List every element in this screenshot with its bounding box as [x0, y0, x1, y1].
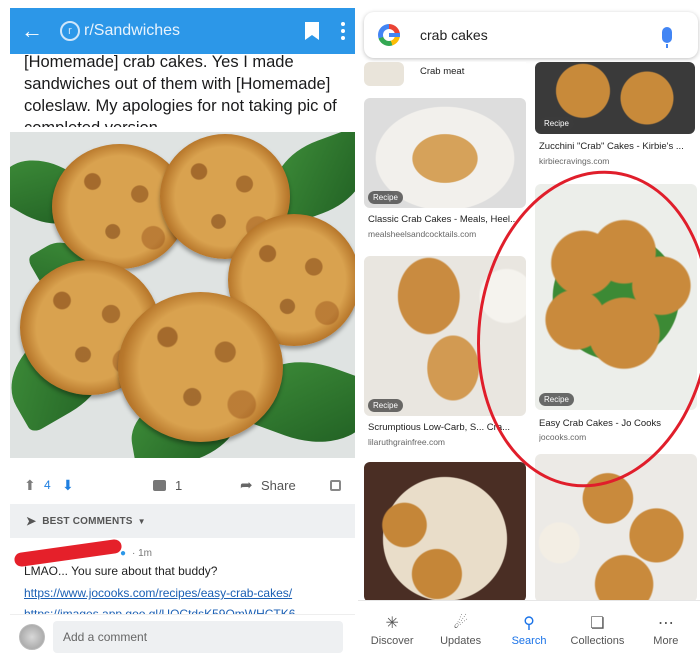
- google-logo-icon: [378, 24, 400, 46]
- search-icon: ⚲: [523, 614, 535, 632]
- comment-count[interactable]: 1: [175, 478, 182, 493]
- recipe-badge: Recipe: [368, 399, 403, 412]
- result-card[interactable]: [364, 462, 526, 602]
- result-title: Crab meat: [420, 66, 465, 77]
- comment-input[interactable]: Add a comment: [53, 620, 343, 653]
- result-card[interactable]: Recipe Easy Crab Cakes - Jo Cooks jocook…: [535, 184, 697, 442]
- sort-label: BEST COMMENTS: [42, 515, 133, 527]
- comment-sort[interactable]: ➤ BEST COMMENTS ▼: [10, 504, 355, 538]
- nav-label: Updates: [440, 634, 482, 647]
- add-comment-bar: Add a comment: [10, 614, 355, 658]
- bottom-nav: ✳ Discover ☄ Updates ⚲ Search ❏ Collecti…: [358, 600, 700, 658]
- result-source: jocooks.com: [539, 432, 587, 442]
- result-card[interactable]: Recipe Classic Crab Cakes - Meals, Heel.…: [364, 98, 526, 244]
- subreddit-icon: r: [60, 21, 80, 41]
- nav-label: More: [653, 634, 679, 647]
- add-icon[interactable]: [330, 479, 341, 491]
- result-card[interactable]: Recipe Zucchini "Crab" Cakes - Kirbie's …: [535, 62, 697, 166]
- nav-label: Discover: [370, 634, 414, 647]
- chevron-down-icon: ▼: [137, 516, 146, 526]
- comment-age: · 1m: [132, 548, 153, 559]
- share-icon[interactable]: ➦: [240, 476, 253, 494]
- result-card[interactable]: [535, 454, 697, 602]
- post-image[interactable]: [10, 132, 355, 458]
- result-source: lilaruthgrainfree.com: [368, 437, 446, 447]
- post-title: [Homemade] crab cakes. Yes I made sandwi…: [24, 53, 337, 127]
- result-title: Classic Crab Cakes - Meals, Heel...: [368, 214, 518, 225]
- reddit-panel: ← r r/Sandwiches [Homemade] crab cakes. …: [10, 8, 355, 658]
- reddit-header: ← r r/Sandwiches: [10, 8, 355, 54]
- asterisk-icon: ✳: [385, 614, 399, 632]
- result-source: mealsheelsandcocktails.com: [368, 229, 477, 239]
- post-actions: ⬆ 4 ⬇ 1 ➦ Share: [10, 470, 355, 500]
- search-bar[interactable]: crab cakes: [364, 12, 698, 58]
- nav-search[interactable]: ⚲ Search: [495, 601, 563, 658]
- more-dots-icon: ⋯: [657, 614, 674, 632]
- avatar[interactable]: [19, 623, 45, 650]
- comment-icon[interactable]: [153, 479, 166, 491]
- result-card[interactable]: Recipe Scrumptious Low-Carb, S... Cra...…: [364, 256, 526, 452]
- result-title: Zucchini "Crab" Cakes - Kirbie's ...: [539, 141, 684, 152]
- google-panel: crab cakes Crab meat Recipe Zucchini "Cr…: [358, 8, 700, 658]
- nav-label: Collections: [570, 634, 625, 647]
- upvote-icon[interactable]: ⬆: [24, 477, 36, 494]
- mic-icon[interactable]: [662, 27, 672, 48]
- collections-icon: ❏: [590, 614, 605, 632]
- nav-collections[interactable]: ❏ Collections: [563, 601, 631, 658]
- nav-label: Search: [511, 634, 547, 647]
- nav-more[interactable]: ⋯ More: [632, 601, 700, 658]
- bookmark-icon[interactable]: [305, 22, 319, 40]
- recipe-badge: Recipe: [539, 117, 574, 130]
- nav-discover[interactable]: ✳ Discover: [358, 601, 426, 658]
- downvote-icon[interactable]: ⬇: [62, 477, 74, 494]
- share-button[interactable]: Share: [261, 478, 296, 493]
- nav-updates[interactable]: ☄ Updates: [426, 601, 494, 658]
- comment-link[interactable]: https://www.jocooks.com/recipes/easy-cra…: [24, 586, 292, 600]
- arrow-left-icon[interactable]: ←: [20, 18, 44, 43]
- comment-text: LMAO... You sure about that buddy?: [24, 564, 218, 578]
- result-title: Scrumptious Low-Carb, S... Cra...: [368, 422, 511, 433]
- search-input[interactable]: crab cakes: [420, 27, 662, 43]
- recipe-badge: Recipe: [539, 393, 574, 406]
- more-vertical-icon[interactable]: [341, 22, 345, 40]
- post-score: 4: [44, 478, 51, 492]
- result-card[interactable]: Crab meat: [364, 62, 526, 88]
- subreddit-name[interactable]: r/Sandwiches: [84, 22, 305, 40]
- result-source: kirbiecravings.com: [539, 156, 610, 166]
- rocket-icon: ➤: [26, 514, 37, 528]
- result-title: Easy Crab Cakes - Jo Cooks: [539, 418, 661, 429]
- recipe-badge: Recipe: [368, 191, 403, 204]
- updates-icon: ☄: [453, 614, 468, 632]
- user-icon: ●: [120, 548, 127, 559]
